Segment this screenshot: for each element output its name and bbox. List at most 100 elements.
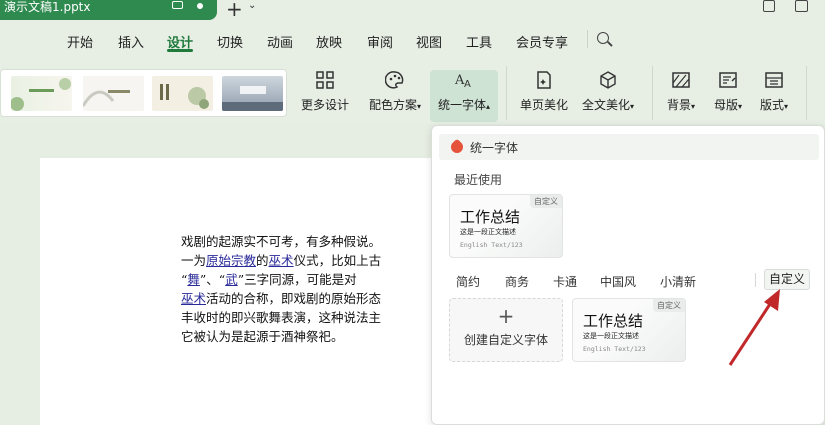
category-chinese[interactable]: 中国风 [600, 273, 636, 290]
background-label: 背景 [666, 98, 691, 112]
link-martial[interactable]: 武 [225, 272, 238, 287]
custom-font-card[interactable]: 自定义 工作总结 这是一段正文描述 English Text/123 [572, 298, 686, 362]
full-beautify-label: 全文美化 [581, 98, 630, 112]
color-scheme-button[interactable]: 配色方案▾ [363, 70, 427, 122]
monitor-icon[interactable] [172, 1, 183, 9]
color-scheme-label: 配色方案 [368, 98, 417, 112]
palette-icon [384, 70, 405, 90]
slide-line: 巫术活动的合称，即戏剧的原始形态 [181, 291, 382, 306]
more-design-button[interactable]: 更多设计 [298, 70, 352, 122]
menu-insert[interactable]: 插入 [118, 32, 144, 51]
document-tab[interactable]: 演示文稿1.pptx [0, 0, 217, 20]
background-icon [671, 70, 691, 90]
chevron-down-icon: ▾ [784, 102, 789, 111]
create-custom-font-button[interactable]: + 创建自定义字体 [449, 298, 563, 362]
custom-badge: 自定义 [530, 195, 562, 208]
recent-font-card[interactable]: 自定义 工作总结 这是一段正文描述 English Text/123 [449, 194, 563, 258]
unsaved-dot-icon [197, 3, 203, 9]
menu-slideshow[interactable]: 放映 [316, 32, 342, 51]
city-decoration-icon [222, 86, 283, 111]
full-beautify-button[interactable]: 全文美化▾ [578, 70, 638, 122]
link-witchcraft[interactable]: 巫术 [181, 291, 206, 306]
menu-view[interactable]: 视图 [416, 32, 442, 51]
link-dance[interactable]: 舞 [187, 272, 200, 287]
link-primitive-religion[interactable]: 原始宗教 [206, 253, 256, 268]
layout-label: 版式 [759, 98, 784, 112]
font-icon: AA [454, 70, 474, 90]
font-card-sample: 这是一段正文描述 [460, 228, 516, 236]
chevron-down-icon[interactable]: ⌄ [248, 0, 256, 11]
design-thumbnails [0, 69, 287, 117]
menu-transition[interactable]: 切换 [217, 32, 243, 51]
swirl-decoration-icon [83, 90, 130, 107]
master-slide-icon [718, 70, 738, 90]
chevron-down-icon: ▾ [417, 102, 422, 111]
more-design-label: 更多设计 [300, 98, 349, 112]
create-custom-font-label: 创建自定义字体 [463, 333, 548, 347]
font-card-title: 工作总结 [583, 312, 644, 330]
slide-line: 丰收时的即兴歌舞表演，这种说法主 [181, 310, 382, 325]
menu-start[interactable]: 开始 [67, 32, 93, 51]
ribbon: 更多设计 配色方案▾ AA 统一字体▴ 单页美化 全文美化▾ 背景▾ 母版▾ 版… [0, 60, 825, 122]
recent-label: 最近使用 [454, 173, 503, 187]
category-simple[interactable]: 简约 [456, 273, 480, 290]
chevron-down-icon: ▾ [738, 102, 743, 111]
active-tab-indicator [167, 49, 193, 52]
design-thumb-3[interactable] [152, 76, 213, 111]
unify-font-button[interactable]: AA 统一字体▴ [430, 70, 498, 122]
font-card-english: English Text/123 [460, 241, 523, 249]
link-witchcraft[interactable]: 巫术 [269, 253, 294, 268]
master-button[interactable]: 母版▾ [707, 70, 749, 122]
custom-badge: 自定义 [653, 299, 685, 312]
background-button[interactable]: 背景▾ [661, 70, 701, 122]
svg-text:A: A [464, 79, 471, 90]
divider [506, 66, 507, 120]
slide-line: 它被认为是起源于酒神祭祀。 [181, 329, 344, 344]
chevron-down-icon: ▾ [691, 102, 696, 111]
menu-animation[interactable]: 动画 [267, 32, 293, 51]
panel-header: 统一字体 [439, 134, 819, 160]
chevron-down-icon: ▾ [630, 102, 635, 111]
slide-line: 一为原始宗教的巫术仪式，比如上古 [181, 253, 382, 268]
leaf-decoration-icon [11, 78, 71, 111]
menu-tools[interactable]: 工具 [466, 32, 492, 51]
design-thumb-4[interactable] [222, 76, 283, 111]
category-fresh[interactable]: 小清新 [660, 273, 696, 290]
design-thumb-2[interactable] [83, 76, 144, 111]
layout-button[interactable]: 版式▾ [754, 70, 794, 122]
search-icon[interactable] [597, 32, 609, 44]
wps-logo-icon [448, 138, 466, 156]
single-page-beautify-button[interactable]: 单页美化 [515, 70, 573, 122]
new-tab-plus-icon[interactable]: + [226, 0, 243, 21]
category-business[interactable]: 商务 [505, 273, 529, 290]
window-icon[interactable] [763, 0, 775, 12]
master-label: 母版 [713, 98, 738, 112]
grid-icon [315, 70, 335, 90]
single-page-beautify-label: 单页美化 [519, 98, 568, 112]
unify-font-label: 统一字体 [437, 98, 486, 112]
font-card-title: 工作总结 [460, 208, 521, 226]
panel-title: 统一字体 [470, 141, 519, 155]
floral-decoration-icon [160, 84, 209, 109]
font-card-sample: 这是一段正文描述 [583, 332, 639, 340]
plus-icon: + [497, 304, 515, 328]
layout-icon [764, 70, 784, 90]
divider [806, 66, 807, 120]
magic-page-icon [534, 70, 554, 90]
menu-member[interactable]: 会员专享 [516, 32, 568, 51]
cube-icon [598, 70, 618, 90]
document-tab-title: 演示文稿1.pptx [4, 0, 91, 14]
unify-font-panel: 统一字体 最近使用 自定义 工作总结 这是一段正文描述 English Text… [431, 125, 825, 425]
title-bar: 演示文稿1.pptx + ⌄ [0, 0, 825, 21]
design-thumb-1[interactable] [11, 76, 72, 111]
slide-line: “舞”、“武”三字同源，可能是对 [181, 272, 357, 287]
slide-line: 戏剧的起源实不可考，有多种假说。 [181, 234, 382, 249]
menu-review[interactable]: 审阅 [367, 32, 393, 51]
divider [587, 30, 588, 48]
cube-icon[interactable] [795, 0, 808, 12]
category-cartoon[interactable]: 卡通 [553, 273, 577, 290]
chevron-up-icon: ▴ [486, 102, 491, 111]
annotation-arrow-icon [728, 289, 780, 366]
slide-text-box[interactable]: 戏剧的起源实不可考，有多种假说。 一为原始宗教的巫术仪式，比如上古 “舞”、“武… [181, 232, 441, 346]
font-card-english: English Text/123 [583, 345, 646, 353]
